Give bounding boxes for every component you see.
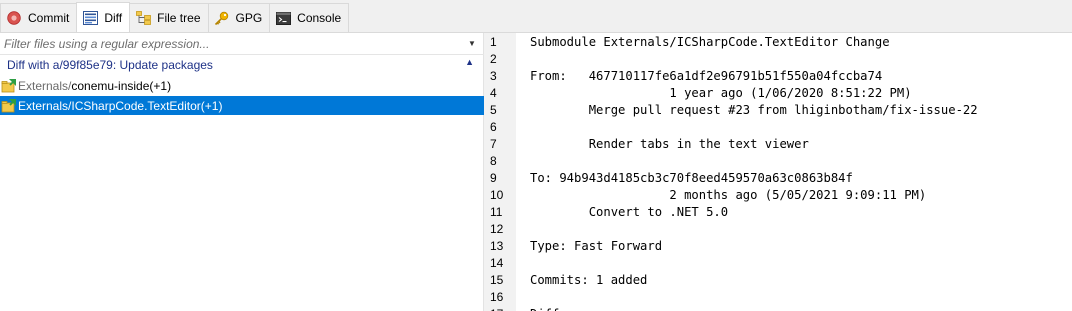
line-number: 8 — [490, 153, 497, 168]
submodule-fast-forward-icon — [1, 98, 18, 114]
line-number: 6 — [490, 119, 497, 134]
collapse-chevron-icon[interactable]: ▲ — [465, 57, 474, 67]
tab-commit[interactable]: Commit — [0, 3, 78, 32]
commit-icon — [6, 10, 22, 26]
line-text: Type: Fast Forward — [530, 238, 663, 253]
line-number: 2 — [490, 51, 497, 66]
diff-line: 15 Commits: 1 added — [484, 271, 1072, 288]
line-text: To: 94b943d4185cb3c70f8eed459570a63c0863… — [530, 170, 853, 185]
diff-line: 2 — [484, 50, 1072, 67]
diff-icon — [82, 10, 98, 26]
file-tree-icon — [135, 10, 151, 26]
file-path: Externals/ — [18, 98, 72, 113]
change-count: (+1) — [200, 98, 223, 113]
diff-line: 7 Render tabs in the text viewer — [484, 135, 1072, 152]
list-item[interactable]: Externals/conemu-inside (+1) — [0, 76, 484, 95]
diff-group-header[interactable]: Diff with a/99f85e79: Update packages ▲ — [0, 55, 484, 75]
submodule-fast-forward-icon — [1, 78, 18, 94]
diff-line: 5 Merge pull request #23 from lhiginboth… — [484, 101, 1072, 118]
change-count: (+1) — [149, 78, 172, 93]
line-number: 9 — [490, 170, 497, 185]
line-number: 17 — [484, 307, 516, 311]
line-text: 2 months ago (5/05/2021 9:09:11 PM) — [530, 187, 927, 202]
line-number: 14 — [490, 255, 504, 270]
line-text: From: 467710117fe6a1df2e96791b51f550a04f… — [530, 68, 883, 83]
tab-label: Diff — [104, 10, 123, 25]
line-text: Commits: 1 added — [530, 272, 648, 287]
chevron-down-icon[interactable]: ▼ — [465, 33, 479, 54]
diff-line: 12 — [484, 220, 1072, 237]
diff-line: 11 Convert to .NET 5.0 — [484, 203, 1072, 220]
list-item-selected[interactable]: Externals/ICSharpCode.TextEditor (+1) — [0, 96, 484, 115]
line-number: 15 — [490, 272, 504, 287]
diff-line: 3 From: 467710117fe6a1df2e96791b51f550a04… — [484, 67, 1072, 84]
tab-label: File tree — [157, 11, 201, 25]
diff-line: 8 — [484, 152, 1072, 169]
diff-line: 4 1 year ago (1/06/2020 8:51:22 PM) — [484, 84, 1072, 101]
diff-line: 10 2 months ago (5/05/2021 9:09:11 PM) — [484, 186, 1072, 203]
diff-line: 16 — [484, 288, 1072, 305]
diff-line: 13 Type: Fast Forward — [484, 237, 1072, 254]
line-text: Render tabs in the text viewer — [530, 136, 809, 151]
line-number: 16 — [490, 289, 504, 304]
group-label: Diff with a/99f85e79: Update packages — [7, 58, 213, 72]
console-icon — [275, 10, 291, 26]
file-list-pane: ▼ Diff with a/99f85e79: Update packages … — [0, 33, 484, 311]
line-number: 12 — [490, 221, 504, 236]
diff-line: 17 Differences: — [484, 305, 1072, 311]
tab-label: Console — [297, 11, 342, 25]
line-text: Differences: — [530, 307, 618, 311]
diff-line: 9 To: 94b943d4185cb3c70f8eed459570a63c086… — [484, 169, 1072, 186]
tab-label: Commit — [28, 11, 70, 25]
diff-line: 1 Submodule Externals/ICSharpCode.TextEdi… — [484, 33, 1072, 50]
line-text: Merge pull request #23 from lhiginbotham… — [530, 102, 978, 117]
diff-viewer[interactable]: 1 Submodule Externals/ICSharpCode.TextEdi… — [484, 33, 1072, 311]
line-number: 4 — [490, 85, 497, 100]
tab-file-tree[interactable]: File tree — [129, 3, 209, 32]
filter-bar: ▼ — [0, 33, 484, 55]
tab-bar: Commit Diff File tree GPG Console — [0, 0, 1072, 33]
diff-line: 6 — [484, 118, 1072, 135]
line-number: 7 — [490, 136, 497, 151]
line-text: Submodule Externals/ICSharpCode.TextEdit… — [530, 34, 890, 49]
filter-input[interactable] — [0, 33, 462, 54]
line-number: 3 — [490, 68, 497, 83]
diff-line: 14 — [484, 254, 1072, 271]
line-number: 1 — [490, 34, 497, 49]
tab-gpg[interactable]: GPG — [207, 3, 271, 32]
file-name: ICSharpCode.TextEditor — [71, 98, 201, 113]
file-name: conemu-inside — [71, 78, 150, 93]
line-number: 5 — [490, 102, 497, 117]
file-path: Externals/ — [18, 78, 72, 93]
key-icon — [214, 10, 230, 26]
line-text: Convert to .NET 5.0 — [530, 204, 729, 219]
tab-label: GPG — [235, 11, 263, 25]
tab-console[interactable]: Console — [269, 3, 350, 32]
tab-diff[interactable]: Diff — [76, 2, 131, 32]
line-number: 10 — [490, 187, 504, 202]
line-number: 11 — [490, 204, 503, 219]
line-number: 13 — [490, 238, 504, 253]
line-text: 1 year ago (1/06/2020 8:51:22 PM) — [530, 85, 912, 100]
